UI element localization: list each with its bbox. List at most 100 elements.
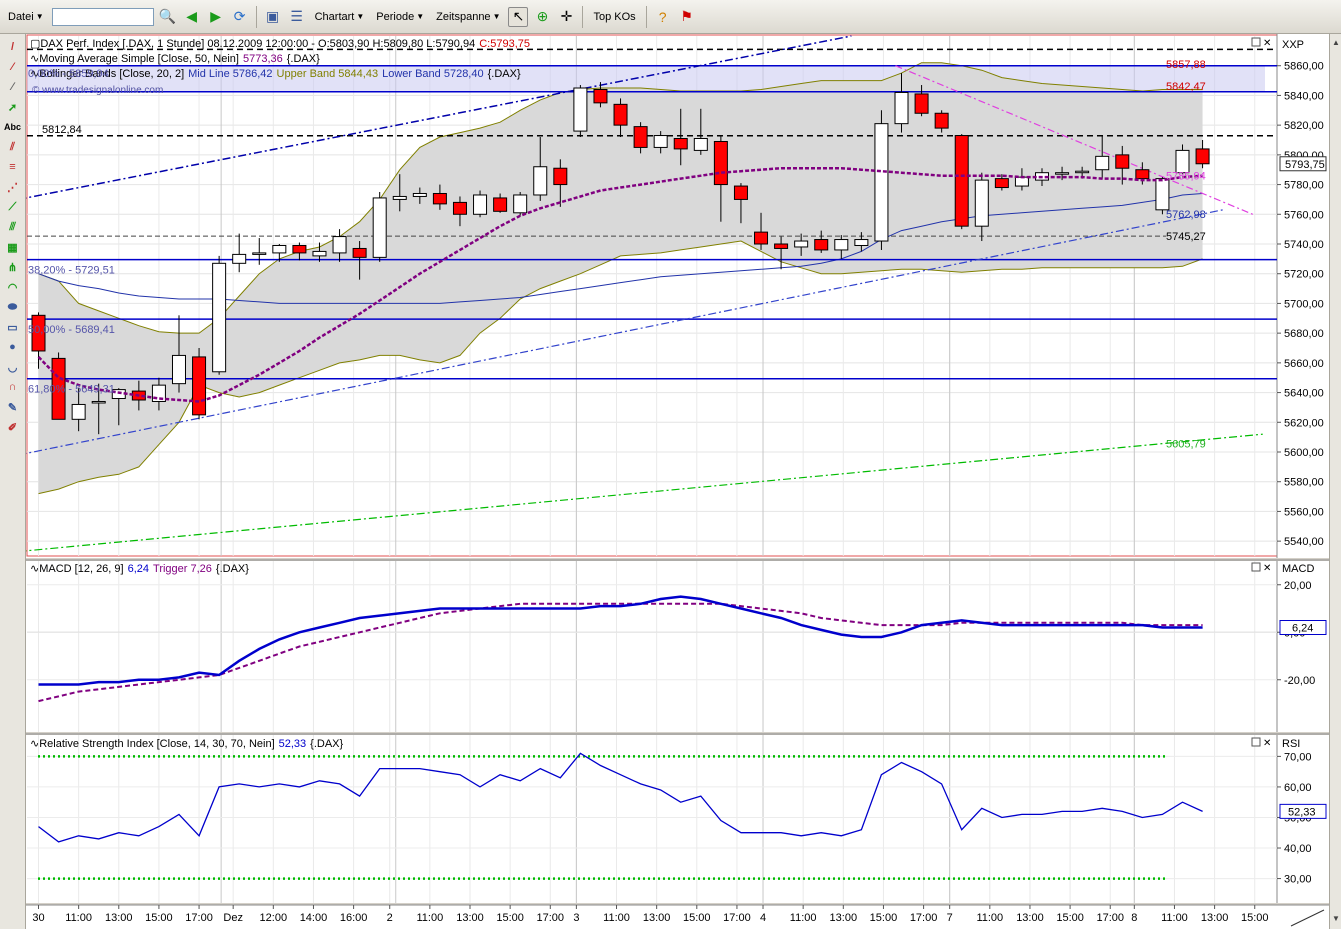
macd-last-value: 6,24 xyxy=(1292,623,1313,635)
candle-body xyxy=(774,243,789,249)
maximize-icon[interactable] xyxy=(1251,737,1261,747)
price-tick-label: 5700,00 xyxy=(1284,298,1324,310)
candle-body xyxy=(171,354,186,385)
circle-tool-icon[interactable]: ● xyxy=(3,338,23,356)
candle-body xyxy=(312,250,327,257)
price-tick-label: 5580,00 xyxy=(1284,477,1324,489)
time-tick-label: 13:00 xyxy=(105,912,133,924)
scroll-up-icon[interactable]: ▲ xyxy=(1332,38,1340,47)
chevron-down-icon: ▼ xyxy=(416,12,425,21)
help-icon[interactable]: ? xyxy=(653,7,673,27)
trend-tool-icon[interactable]: ⟋ xyxy=(3,198,23,216)
maximize-icon[interactable] xyxy=(1251,562,1261,572)
candle-body xyxy=(473,194,488,215)
time-tick-label: 11:00 xyxy=(1161,912,1188,924)
menu-periode-label: Periode xyxy=(376,10,415,23)
crosshair-icon[interactable]: ✛ xyxy=(556,7,576,27)
candle-body xyxy=(573,87,588,132)
channel-tool-icon[interactable]: ⫽ xyxy=(3,138,23,156)
price-tick-label: 5820,00 xyxy=(1284,120,1324,132)
price-tick-label: 5600,00 xyxy=(1284,447,1324,459)
fibonacci-tool-icon[interactable]: ≡ xyxy=(3,158,23,176)
arc-tool-icon[interactable]: ◠ xyxy=(3,278,23,296)
candle-body xyxy=(834,239,849,251)
ohlc-legend: DAX Perf. Index [.DAX, 1 Stunde] 08.12.2… xyxy=(40,38,475,50)
level-5785-label: 5785,94 xyxy=(1166,171,1206,183)
last-price-value: 5793,75 xyxy=(1285,159,1325,171)
candle-body xyxy=(352,247,367,258)
vertical-scrollbar[interactable]: ▲ ▼ xyxy=(1329,34,1341,929)
pointer-icon[interactable]: ↖ xyxy=(508,6,529,27)
fan-tool-icon[interactable]: ⋔ xyxy=(3,258,23,276)
chevron-down-icon: ▼ xyxy=(35,12,44,21)
chart-canvas[interactable]: 5860,005840,005820,005800,005780,005760,… xyxy=(26,34,1329,929)
top-kos-label: Top KOs xyxy=(593,10,636,23)
toolbar-separator xyxy=(255,5,257,28)
list-icon[interactable]: ☰ xyxy=(287,7,307,27)
menu-periode[interactable]: Periode ▼ xyxy=(372,9,428,25)
time-tick-label: 3 xyxy=(573,912,579,924)
time-tick-label: 16:00 xyxy=(340,912,368,924)
line-tool-icon[interactable]: ⁄ xyxy=(3,58,23,76)
back-arrow-icon[interactable]: ◀ xyxy=(182,7,202,27)
time-tick-label: 17:00 xyxy=(185,912,213,924)
zoom-icon[interactable]: ⊕ xyxy=(532,7,552,27)
grid-tool-icon[interactable]: ▦ xyxy=(3,238,23,256)
menu-chartart-label: Chartart xyxy=(314,10,355,23)
candle-body xyxy=(754,231,769,245)
menu-zeitspanne[interactable]: Zeitspanne ▼ xyxy=(432,9,504,25)
arrow-tool-icon[interactable]: ➚ xyxy=(3,98,23,116)
ray-tool-icon[interactable]: ∕ xyxy=(3,78,23,96)
macd-legend-label: MACD [12, 26, 9] xyxy=(39,563,123,575)
close-legend: C:5793,75 xyxy=(479,38,530,50)
save-icon[interactable]: ▣ xyxy=(263,7,283,27)
price-tick-label: 5680,00 xyxy=(1284,328,1324,340)
rsi-axis-title: RSI xyxy=(1282,738,1300,750)
refresh-icon[interactable]: ⟳ xyxy=(230,7,250,27)
candle-body xyxy=(493,197,508,212)
price-tick-label: 5660,00 xyxy=(1284,358,1324,370)
forward-arrow-icon[interactable]: ▶ xyxy=(206,7,226,27)
time-tick-label: 15:00 xyxy=(145,912,173,924)
parallel-tool-icon[interactable]: ⫻ xyxy=(3,218,23,236)
time-tick-label: 7 xyxy=(947,912,953,924)
candle-body xyxy=(91,400,106,404)
time-tick-label: 12:00 xyxy=(260,912,288,924)
menu-chartart[interactable]: Chartart ▼ xyxy=(311,9,369,25)
candle-body xyxy=(994,178,1009,189)
candle-body xyxy=(1175,149,1190,174)
candle-body xyxy=(633,126,648,148)
candle-body xyxy=(513,194,528,214)
delete-tool-icon[interactable]: ✐ xyxy=(3,418,23,436)
rectangle-tool-icon[interactable]: ▭ xyxy=(3,318,23,336)
time-tick-label: 13:00 xyxy=(1016,912,1044,924)
magnet-icon[interactable]: ∩ xyxy=(3,378,23,396)
top-kos-button[interactable]: Top KOs xyxy=(589,9,639,25)
rsi-tick-label: 60,00 xyxy=(1284,782,1312,794)
scroll-down-icon[interactable]: ▼ xyxy=(1332,914,1340,923)
pencil-icon[interactable]: / xyxy=(3,38,23,56)
text-tool-icon[interactable]: Abc xyxy=(3,118,23,136)
candle-body xyxy=(1155,178,1170,211)
search-icon[interactable]: 🔍 xyxy=(158,7,178,27)
flag-icon[interactable]: ⚑ xyxy=(677,7,697,27)
maximize-icon[interactable] xyxy=(1251,37,1261,47)
price-axis-title: XXP xyxy=(1282,39,1304,51)
gann-tool-icon[interactable]: ⋰ xyxy=(3,178,23,196)
candle-body xyxy=(693,138,708,151)
ellipse-tool-icon[interactable]: ⬬ xyxy=(3,298,23,316)
symbol-search-input[interactable] xyxy=(51,7,154,26)
rsi-legend: ∿Relative Strength Index [Close, 14, 30,… xyxy=(30,738,344,750)
close-icon[interactable]: ✕ xyxy=(1263,38,1271,49)
cup-tool-icon[interactable]: ◡ xyxy=(3,358,23,376)
price-tick-label: 5740,00 xyxy=(1284,239,1324,251)
close-icon[interactable]: ✕ xyxy=(1263,738,1271,749)
candle-body xyxy=(1075,170,1090,174)
time-tick-label: 13:00 xyxy=(830,912,858,924)
candle-body xyxy=(733,185,748,200)
close-icon[interactable]: ✕ xyxy=(1263,563,1271,574)
menu-datei[interactable]: Datei ▼ xyxy=(4,9,48,25)
price-panel: 5860,005840,005820,005800,005780,005760,… xyxy=(26,34,1329,558)
time-tick-label: 11:00 xyxy=(976,912,1003,924)
edit-tool-icon[interactable]: ✎ xyxy=(3,398,23,416)
